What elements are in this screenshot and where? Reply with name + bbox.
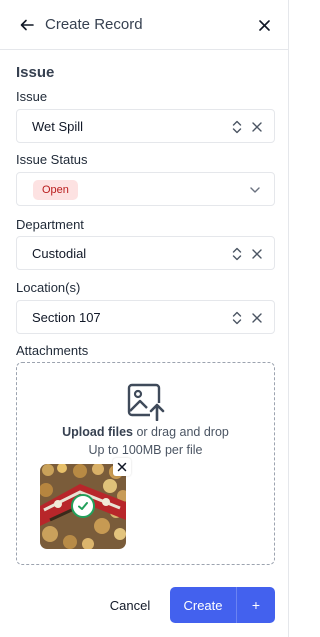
create-and-add-another-button[interactable]: + xyxy=(237,587,275,623)
department-value: Custodial xyxy=(32,246,87,261)
panel-header: Create Record xyxy=(0,0,289,50)
upload-limit-text: Up to 100MB per file xyxy=(88,443,203,457)
remove-attachment-button[interactable] xyxy=(113,458,131,476)
arrow-left-icon xyxy=(20,19,34,31)
locations-value: Section 107 xyxy=(32,310,101,325)
clear-icon[interactable] xyxy=(250,311,264,325)
issue-status-select[interactable]: Open xyxy=(16,172,275,206)
chevron-up-down-icon[interactable] xyxy=(232,119,242,135)
locations-field[interactable]: Section 107 xyxy=(16,300,275,334)
attachments-label: Attachments xyxy=(16,343,89,358)
back-button[interactable] xyxy=(16,14,38,36)
create-record-panel: Create Record Issue Issue Wet Spill Issu… xyxy=(0,0,289,637)
chevron-up-down-icon[interactable] xyxy=(232,246,242,262)
chevron-down-icon[interactable] xyxy=(248,184,262,196)
department-label: Department xyxy=(16,217,84,232)
check-icon xyxy=(78,502,88,510)
attachments-dropzone[interactable]: Upload files or drag and drop Up to 100M… xyxy=(16,362,275,565)
issue-status-label: Issue Status xyxy=(16,152,88,167)
upload-instructions: Upload files or drag and drop xyxy=(17,425,274,439)
close-button[interactable] xyxy=(253,14,275,36)
upload-success-badge xyxy=(71,494,95,518)
issue-value: Wet Spill xyxy=(32,119,84,134)
close-icon xyxy=(258,19,270,31)
status-badge: Open xyxy=(33,180,78,200)
attachment-thumbnail[interactable] xyxy=(40,464,126,549)
clear-icon[interactable] xyxy=(250,120,264,134)
clear-icon[interactable] xyxy=(250,247,264,261)
issue-label: Issue xyxy=(16,89,48,104)
create-button[interactable]: Create xyxy=(170,587,236,623)
upload-files-link[interactable]: Upload files xyxy=(62,425,133,439)
chevron-up-down-icon[interactable] xyxy=(232,310,242,326)
page-title: Create Record xyxy=(45,16,143,33)
section-title: Issue xyxy=(16,64,55,81)
issue-field[interactable]: Wet Spill xyxy=(16,109,275,143)
department-field[interactable]: Custodial xyxy=(16,236,275,270)
locations-label: Location(s) xyxy=(16,280,81,295)
image-upload-icon xyxy=(127,383,166,421)
upload-rest-text: or drag and drop xyxy=(132,425,229,439)
cancel-button[interactable]: Cancel xyxy=(104,587,156,623)
close-icon xyxy=(117,462,127,472)
